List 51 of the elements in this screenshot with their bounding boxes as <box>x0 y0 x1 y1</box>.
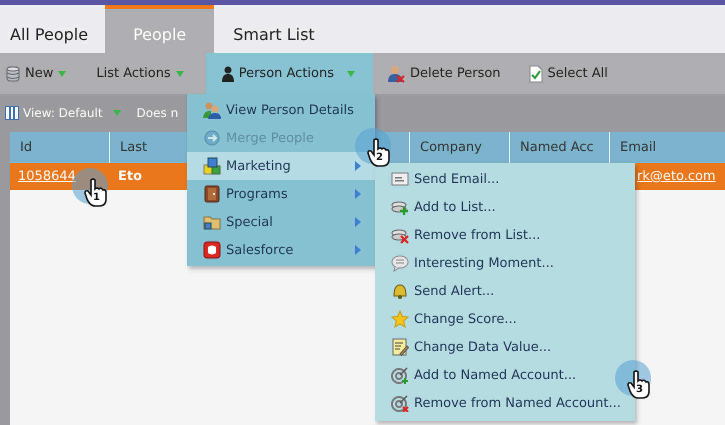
merge-icon <box>203 129 221 147</box>
people-icon <box>203 101 221 119</box>
step-number: 1 <box>93 192 100 203</box>
speech-bubble-icon <box>391 254 409 272</box>
door-icon <box>203 185 221 203</box>
target-remove-icon <box>391 394 409 412</box>
menu-item[interactable]: Add to List... <box>375 193 635 221</box>
column-header[interactable]: Id <box>20 140 32 155</box>
menu-item[interactable]: Remove from List... <box>375 221 635 249</box>
target-add-icon <box>391 366 409 384</box>
step-number: 2 <box>376 152 383 163</box>
tab[interactable]: Smart List <box>214 5 332 53</box>
column-header[interactable]: Company <box>420 140 482 155</box>
menu-item[interactable]: View Person Details <box>187 96 375 124</box>
column-header[interactable]: Last <box>120 140 148 155</box>
menu-item[interactable]: Change Score... <box>375 305 635 333</box>
star-icon <box>391 310 409 328</box>
menu-item[interactable]: Marketing <box>187 152 375 180</box>
document-edit-icon <box>391 338 409 356</box>
filter-text: Does n <box>136 106 178 120</box>
envelope-icon <box>391 171 409 187</box>
menu-item[interactable]: Change Data Value... <box>375 333 635 361</box>
person-icon <box>222 66 234 82</box>
menu-item[interactable]: Send Alert... <box>375 277 635 305</box>
toolbar-button[interactable]: List Actions <box>88 53 198 94</box>
menu-item[interactable]: Salesforce <box>187 236 375 264</box>
toolbar-button[interactable]: Person Actions <box>206 53 374 94</box>
blocks-icon <box>203 157 221 175</box>
tab[interactable]: All People <box>0 5 106 53</box>
bell-icon <box>391 282 409 300</box>
menu-item[interactable]: Remove from Named Account... <box>375 389 635 417</box>
step-number: 3 <box>636 384 643 395</box>
database-icon <box>6 64 20 82</box>
checked-document-icon <box>528 64 543 82</box>
salesforce-icon <box>203 241 221 259</box>
columns-icon <box>5 106 19 120</box>
person-remove-icon <box>387 64 406 82</box>
column-header[interactable]: Named Acc <box>520 140 594 155</box>
menu-item[interactable]: Interesting Moment... <box>375 249 635 277</box>
toolbar-button[interactable]: Delete Person <box>381 53 515 94</box>
toolbar-button[interactable]: New <box>0 53 80 94</box>
caret-icon <box>112 110 121 116</box>
column-header[interactable]: Email <box>620 140 656 155</box>
menu-item[interactable]: Programs <box>187 180 375 208</box>
hand-cursor-icon <box>84 178 108 208</box>
toolbar-button[interactable]: Select All <box>522 53 622 94</box>
hand-cursor-icon <box>627 370 651 400</box>
table-cell: Eto <box>118 169 142 184</box>
hand-cursor-icon <box>367 138 391 168</box>
menu-item[interactable]: Special <box>187 208 375 236</box>
menu-item[interactable]: Send Email... <box>375 165 635 193</box>
